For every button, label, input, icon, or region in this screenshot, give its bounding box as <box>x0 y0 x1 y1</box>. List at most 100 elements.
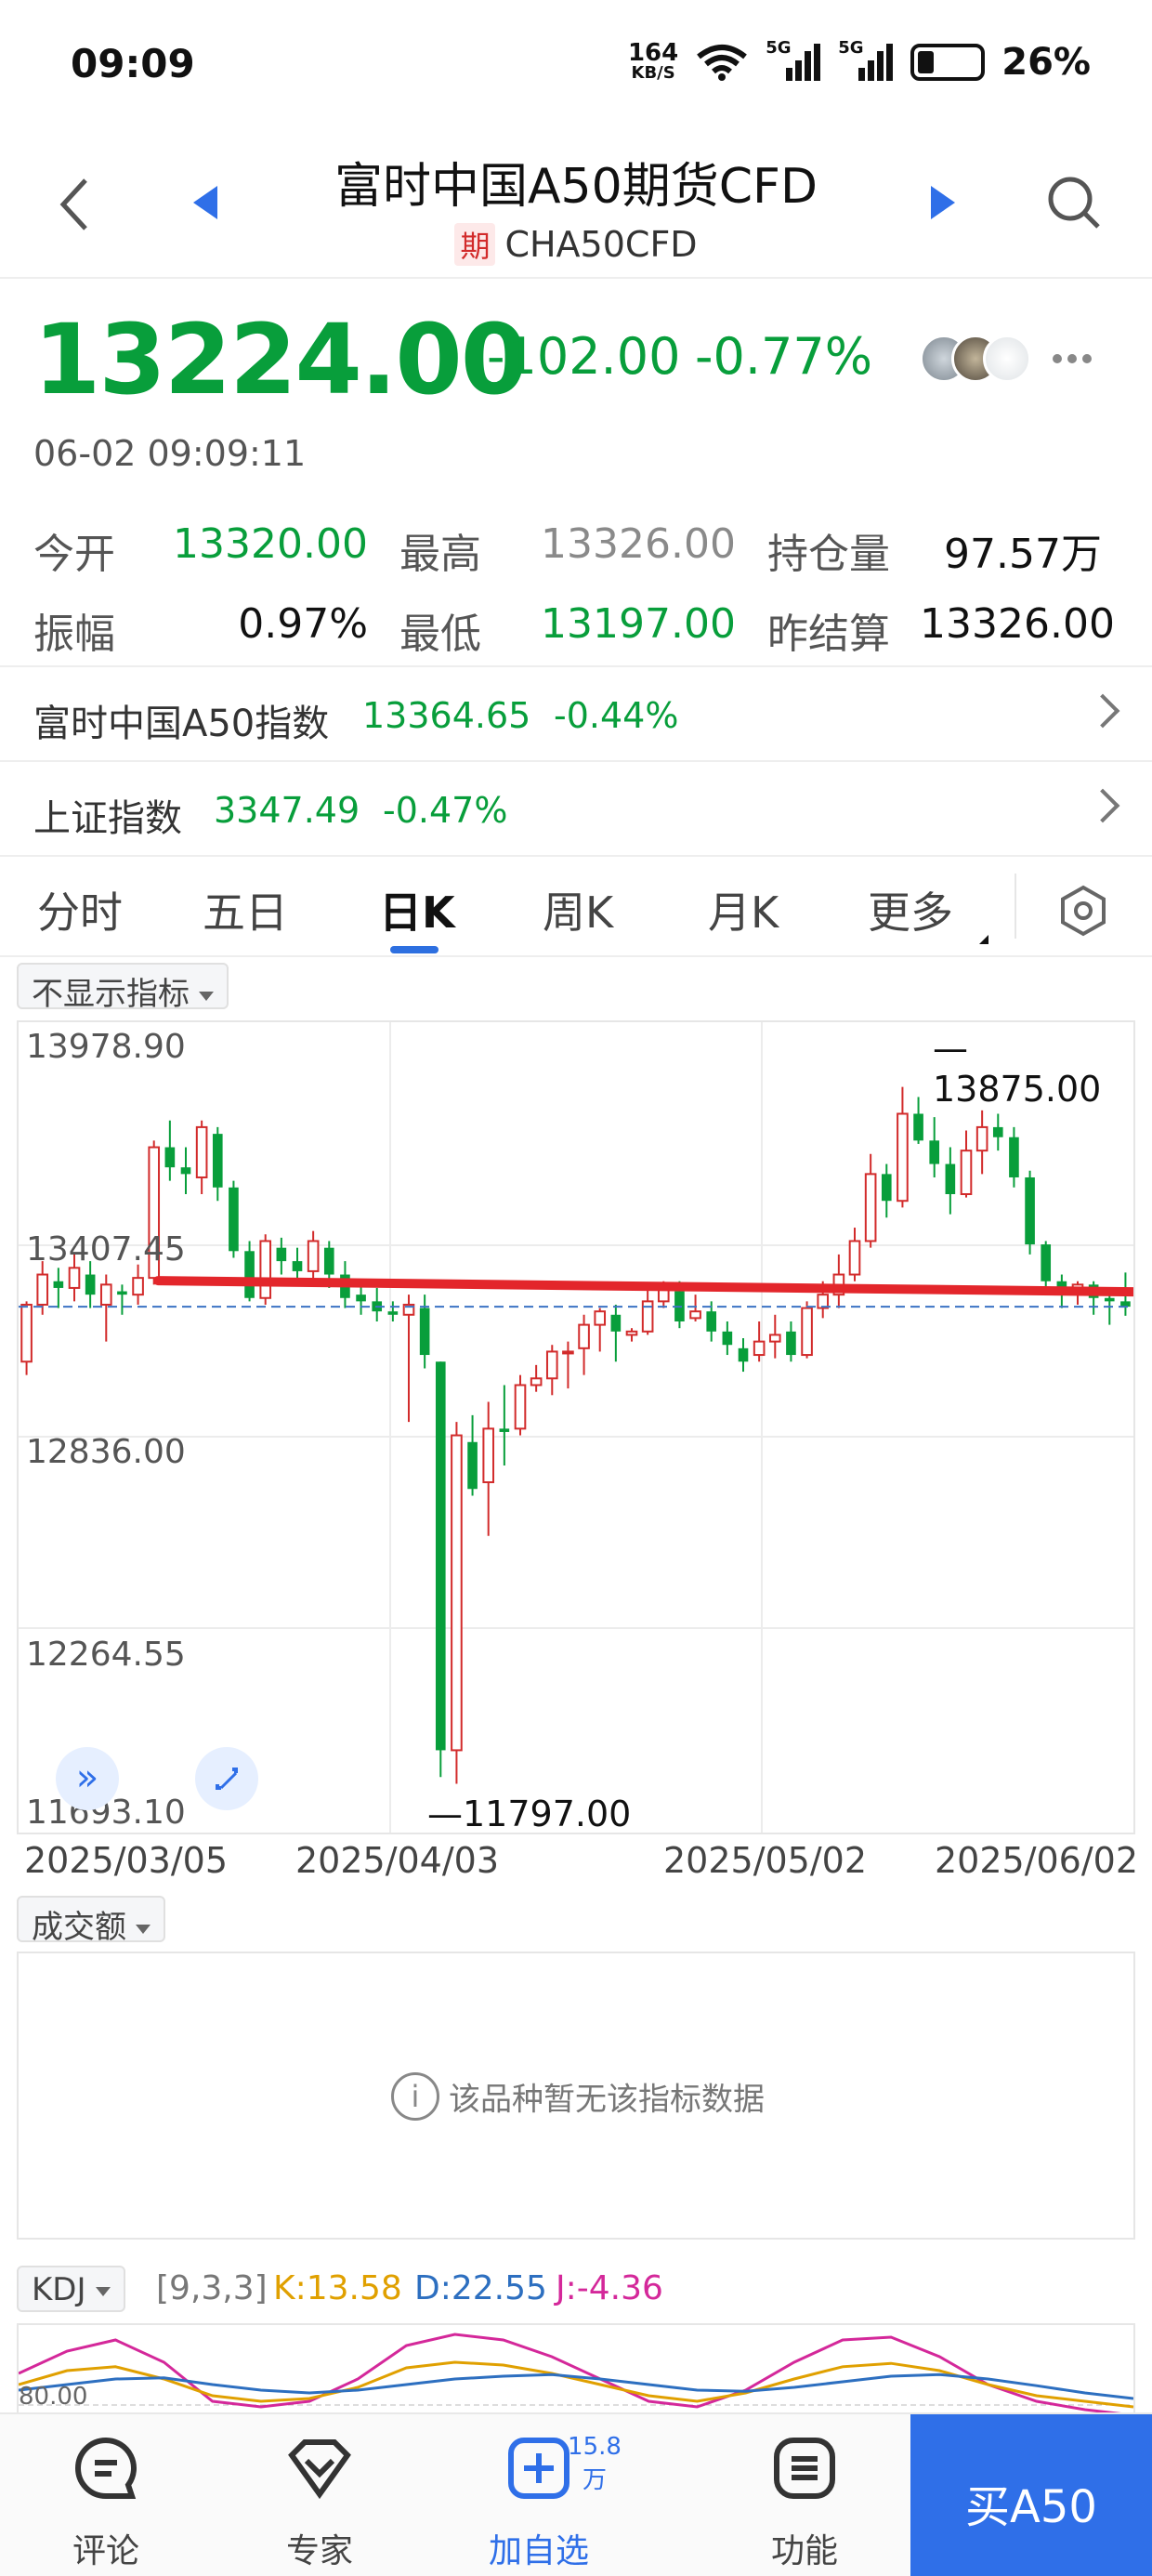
candle-body <box>85 1274 96 1295</box>
open-label: 今开 <box>33 531 115 578</box>
signal-icon-1: 5G <box>766 38 821 83</box>
candle-body <box>929 1140 940 1164</box>
x-tick-3: 2025/06/02 <box>935 1840 1139 1881</box>
index-name: 富时中国A50指数 <box>33 703 330 745</box>
net-speed: 164 KB/S <box>627 39 679 83</box>
candle-body <box>738 1347 749 1362</box>
x-tick-0: 2025/03/05 <box>24 1840 229 1881</box>
candle-body <box>1009 1137 1019 1177</box>
more-icon[interactable] <box>1052 353 1093 364</box>
period-tabs: 分时 五日 日K 周K 月K 更多 <box>0 855 1152 957</box>
tab-monthly-k[interactable]: 月K <box>708 879 779 940</box>
y-tick-3: 12264.55 <box>26 1636 186 1674</box>
chart-settings-icon[interactable] <box>1057 885 1109 937</box>
prev-settle-label: 昨结算 <box>767 611 890 658</box>
annotation-red-line <box>153 1276 1133 1297</box>
expand-chart-icon[interactable]: » <box>56 1747 119 1810</box>
candle-body <box>881 1174 892 1202</box>
candle-body <box>117 1291 127 1295</box>
kdj-selector[interactable]: KDJ <box>17 2266 125 2312</box>
tab-daily-k[interactable]: 日K <box>379 879 455 940</box>
tab-more[interactable]: 更多 <box>868 879 953 940</box>
candle-body <box>594 1310 607 1326</box>
index-percent: -0.47% <box>383 790 508 831</box>
futures-badge: 期 <box>454 223 496 266</box>
low-label: 最低 <box>399 611 481 658</box>
open-interest-label: 持仓量 <box>767 531 890 578</box>
candle-body <box>1041 1244 1052 1281</box>
battery-icon <box>910 44 986 81</box>
candle-body <box>244 1251 255 1298</box>
comment-button[interactable]: 评论 <box>13 2414 199 2576</box>
candle-body <box>20 1303 33 1363</box>
y-tick-2: 12836.00 <box>26 1433 186 1471</box>
next-item-icon[interactable] <box>931 186 955 219</box>
tab-five-day[interactable]: 五日 <box>203 879 288 940</box>
add-watchlist-button[interactable]: 15.8万 加自选 <box>446 2414 632 2576</box>
high-label: 最高 <box>399 531 481 578</box>
buy-button[interactable]: 买A50 <box>910 2414 1152 2576</box>
candle-body <box>722 1331 733 1346</box>
active-tab-indicator <box>390 946 439 953</box>
instrument-code: 期 CHA50CFD <box>0 223 1152 266</box>
candle-body <box>578 1323 590 1349</box>
kdj-chart[interactable]: 80.00 <box>17 2323 1135 2416</box>
code-text: CHA50CFD <box>504 224 698 265</box>
candle-body <box>53 1281 64 1288</box>
tab-divider <box>1015 874 1016 939</box>
candle-body <box>786 1331 796 1356</box>
info-icon: i <box>391 2072 439 2121</box>
candle-body <box>945 1163 956 1195</box>
candle-body <box>753 1340 766 1357</box>
more-dropdown-icon <box>979 935 988 944</box>
tab-weekly-k[interactable]: 周K <box>543 879 613 940</box>
wifi-icon <box>697 45 748 81</box>
index-row-shanghai[interactable]: 上证指数 3347.49 -0.47% <box>0 760 1152 855</box>
watchlist-count: 15.8万 <box>568 2433 622 2494</box>
volume-panel: i 该品种暂无该指标数据 <box>17 1952 1135 2240</box>
function-menu-icon <box>774 2438 835 2499</box>
candle-body <box>1104 1297 1115 1302</box>
user-avatar-3[interactable] <box>983 335 1031 383</box>
expert-button[interactable]: 专家 <box>227 2414 412 2576</box>
net-speed-value: 164 <box>627 39 679 67</box>
index-row-a50[interactable]: 富时中国A50指数 13364.65 -0.44% <box>0 665 1152 760</box>
high-value: 13326.00 <box>541 520 736 568</box>
x-tick-2: 2025/05/02 <box>663 1840 868 1881</box>
kdj-level-label: 80.00 <box>19 2383 88 2411</box>
add-watchlist-label: 加自选 <box>488 2532 589 2570</box>
candle-body <box>960 1150 973 1196</box>
volume-indicator-selector[interactable]: 成交额 <box>17 1896 165 1946</box>
candle-body <box>482 1427 495 1484</box>
kdj-j-line <box>19 2333 1133 2414</box>
candle-body <box>913 1113 923 1141</box>
candle-body <box>259 1240 272 1299</box>
candle-body <box>276 1247 287 1262</box>
price-change-percent: -0.77% <box>695 327 873 386</box>
search-icon[interactable] <box>1046 175 1102 230</box>
header: 富时中国A50期货CFD 期 CHA50CFD <box>0 130 1152 279</box>
candle-body <box>229 1187 239 1252</box>
kline-chart[interactable]: 13978.90 13407.45 12836.00 12264.55 1169… <box>17 1020 1135 1834</box>
indicator-selector[interactable]: 不显示指标 <box>17 963 229 1013</box>
candle-body <box>768 1334 781 1343</box>
kdj-k-value: K:13.58 <box>273 2269 402 2307</box>
candle-body <box>387 1311 399 1315</box>
candle-body <box>897 1112 909 1203</box>
candle-body <box>132 1277 144 1296</box>
candle-body <box>212 1134 223 1188</box>
candle-body <box>1025 1176 1035 1245</box>
candle-body <box>419 1308 430 1356</box>
fullscreen-icon[interactable] <box>195 1747 258 1810</box>
candle-body <box>323 1247 334 1275</box>
function-button[interactable]: 功能 <box>712 2414 897 2576</box>
function-label: 功能 <box>770 2532 838 2570</box>
status-bar: 09:09 164 KB/S 5G 5G 26% <box>0 0 1152 130</box>
tab-intraday[interactable]: 分时 <box>37 879 123 940</box>
candle-body <box>706 1311 717 1332</box>
kdj-header: KDJ [9,3,3] K:13.58 D:22.55 J:-4.36 <box>17 2266 1135 2318</box>
open-value: 13320.00 <box>173 520 368 568</box>
amplitude-value: 0.97% <box>238 600 368 648</box>
low-value: 13197.00 <box>541 600 736 648</box>
index-price: 13364.65 <box>362 695 531 736</box>
